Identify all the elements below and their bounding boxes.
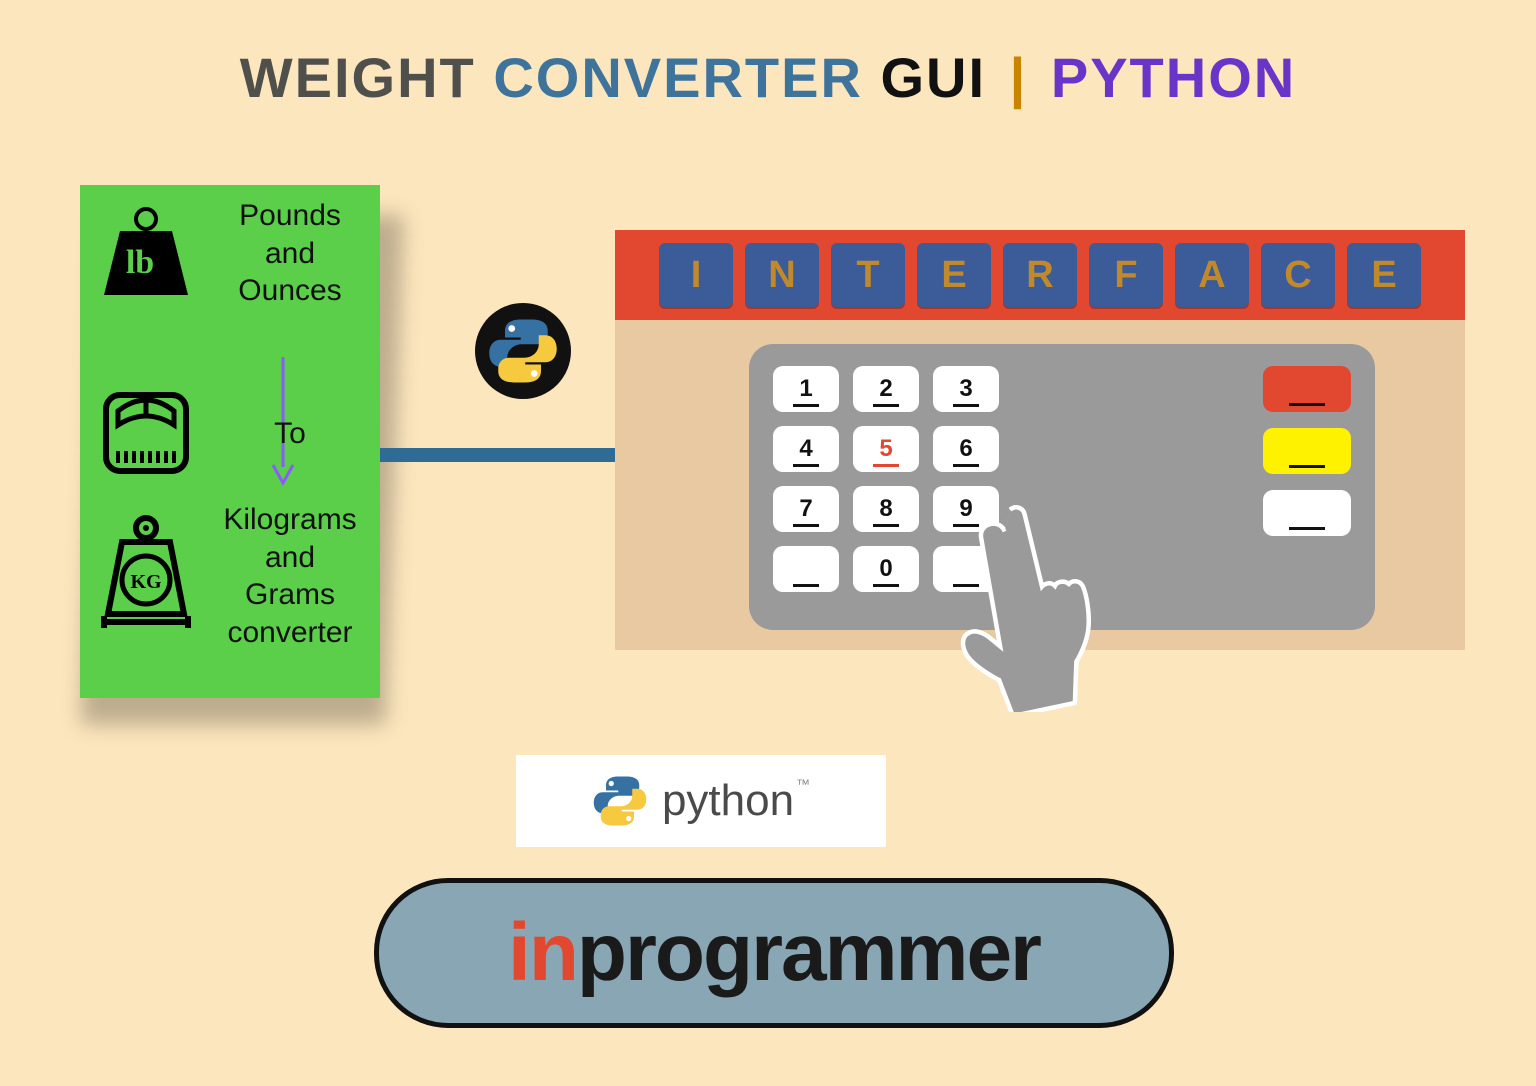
keypad-key-5[interactable]: 5 [853, 426, 919, 472]
python-logo-small-icon [592, 773, 648, 829]
keypad-side-column [1263, 366, 1351, 608]
svg-text:lb: lb [126, 244, 154, 281]
brand-prefix: in [508, 906, 577, 1000]
card-text-to: To [210, 415, 370, 453]
card-row-kilograms: KG Kilograms and Grams converter [80, 501, 370, 651]
scale-icon [96, 381, 196, 486]
interface-letter-tile: T [831, 243, 905, 307]
keypad-key-3[interactable]: 3 [933, 366, 999, 412]
title-word-weight: WEIGHT [240, 46, 476, 109]
page-title: WEIGHT CONVERTER GUI | PYTHON [0, 45, 1536, 110]
weight-kg-icon: KG [96, 514, 196, 639]
keypad-key-2[interactable]: 2 [853, 366, 919, 412]
brand-pill: inprogrammer [374, 878, 1174, 1028]
tm-mark: ™ [796, 776, 810, 792]
title-word-gui: GUI [880, 46, 986, 109]
side-key-red[interactable] [1263, 366, 1351, 412]
keypad-key-6[interactable]: 6 [933, 426, 999, 472]
keypad-key-7[interactable]: 7 [773, 486, 839, 532]
interface-letter-tile: N [745, 243, 819, 307]
card-text-pounds: Pounds and Ounces [210, 197, 370, 310]
keypad: 123 456 7890 [749, 344, 1375, 630]
interface-letter-tile: I [659, 243, 733, 307]
card-row-to: To [80, 381, 370, 486]
title-separator: | [1010, 46, 1028, 109]
keypad-key-9[interactable]: 9 [933, 486, 999, 532]
interface-panel: INTERFACE 1234567890 [615, 230, 1465, 650]
brand-rest: programmer [577, 906, 1040, 1000]
card-text-kilograms: Kilograms and Grams converter [210, 501, 370, 651]
interface-letter-tile: F [1089, 243, 1163, 307]
stage: WEIGHT CONVERTER GUI | PYTHON lb Pounds … [0, 0, 1536, 1086]
svg-text:KG: KG [130, 571, 162, 593]
title-word-converter: CONVERTER [493, 46, 863, 109]
keypad-key-1[interactable]: 1 [773, 366, 839, 412]
python-logo-icon [475, 303, 571, 399]
interface-letter-tile: C [1261, 243, 1335, 307]
title-word-python: PYTHON [1051, 46, 1296, 109]
keypad-key-blank[interactable] [933, 546, 999, 592]
keypad-key-0[interactable]: 0 [853, 546, 919, 592]
python-label-text: python [662, 776, 794, 825]
interface-letter-tile: A [1175, 243, 1249, 307]
interface-letter-tile: E [1347, 243, 1421, 307]
interface-header: INTERFACE [615, 230, 1465, 320]
python-text-badge: python™ [516, 755, 886, 847]
keypad-key-blank[interactable] [773, 546, 839, 592]
interface-letter-tile: E [917, 243, 991, 307]
side-key-white[interactable] [1263, 490, 1351, 536]
side-key-yellow[interactable] [1263, 428, 1351, 474]
keypad-key-8[interactable]: 8 [853, 486, 919, 532]
interface-body: 123 456 7890 [615, 320, 1465, 650]
card-row-pounds: lb Pounds and Ounces [80, 197, 370, 310]
conversion-card: lb Pounds and Ounces [80, 185, 380, 698]
keypad-key-4[interactable]: 4 [773, 426, 839, 472]
keypad-grid: 123 456 7890 [773, 366, 999, 608]
weight-lb-icon: lb [96, 201, 196, 306]
interface-letter-tile: R [1003, 243, 1077, 307]
